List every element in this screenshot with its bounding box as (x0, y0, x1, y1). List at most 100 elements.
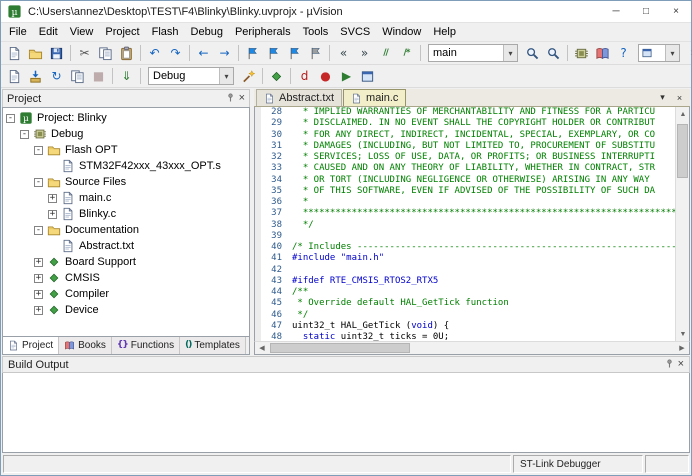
expander-plus-icon[interactable]: + (34, 290, 43, 299)
bookmark-prev-icon[interactable] (263, 43, 284, 63)
menu-window[interactable]: Window (376, 24, 427, 40)
configure-icon[interactable]: ✶ (684, 43, 692, 63)
vertical-scroll-thumb[interactable] (677, 124, 688, 178)
expander-minus-icon[interactable]: - (34, 178, 43, 187)
comment-icon[interactable]: // (375, 43, 396, 63)
show-windows-icon[interactable] (357, 66, 378, 86)
build-output-content[interactable] (2, 373, 690, 453)
close-panel-icon[interactable]: × (239, 93, 245, 104)
open-icon[interactable] (25, 43, 46, 63)
find-in-files-icon[interactable] (522, 43, 543, 63)
menu-view[interactable]: View (64, 24, 100, 40)
tree-item-main-c[interactable]: +main.c (3, 190, 249, 206)
panel-tab-project[interactable]: Project (3, 337, 59, 354)
maximize-button[interactable]: □ (631, 1, 661, 22)
menu-svcs[interactable]: SVCS (334, 24, 376, 40)
panel-tab-templates[interactable]: ()Templates (180, 337, 246, 354)
new-file-icon[interactable] (4, 43, 25, 63)
menu-tools[interactable]: Tools (297, 24, 335, 40)
expander-plus-icon[interactable]: + (34, 306, 43, 315)
doc-tab-main-c[interactable]: main.c (343, 89, 406, 106)
run-icon[interactable]: ▶ (336, 66, 357, 86)
save-icon[interactable] (46, 43, 67, 63)
tree-item-compiler[interactable]: +Compiler (3, 286, 249, 302)
menu-help[interactable]: Help (427, 24, 462, 40)
uncomment-icon[interactable]: /* (396, 43, 417, 63)
tree-item-source-files[interactable]: -Source Files (3, 174, 249, 190)
nav-forward-icon[interactable]: → (214, 43, 235, 63)
options-for-target-icon[interactable] (238, 66, 259, 86)
bookmark-next-icon[interactable] (284, 43, 305, 63)
debug-session-icon[interactable]: d (294, 66, 315, 86)
target-combo[interactable]: Debug▾ (148, 67, 234, 85)
build-icon[interactable] (25, 66, 46, 86)
menu-file[interactable]: File (3, 24, 33, 40)
breakpoint-icon[interactable]: ● (315, 66, 336, 86)
expander-minus-icon[interactable]: - (34, 146, 43, 155)
tree-item-blinky-c[interactable]: +Blinky.c (3, 206, 249, 222)
expander-minus-icon[interactable]: - (6, 114, 15, 123)
expander-minus-icon[interactable]: - (20, 130, 29, 139)
bookmark-toggle-icon[interactable] (242, 43, 263, 63)
tree-item-stm32f42xxx-43xxx-opt-s[interactable]: STM32F42xxx_43xxx_OPT.s (3, 158, 249, 174)
close-document-icon[interactable]: × (672, 90, 687, 105)
download-icon[interactable]: ⇓ (116, 66, 137, 86)
menu-flash[interactable]: Flash (146, 24, 185, 40)
tree-item-device[interactable]: +Device (3, 302, 249, 318)
expander-plus-icon[interactable]: + (48, 210, 57, 219)
paste-icon[interactable] (116, 43, 137, 63)
rebuild-icon[interactable]: ↻ (46, 66, 67, 86)
panel-tab-books[interactable]: Books (59, 337, 112, 354)
close-panel-icon[interactable]: × (678, 359, 684, 370)
indent-icon[interactable]: » (354, 43, 375, 63)
tree-item-board-support[interactable]: +Board Support (3, 254, 249, 270)
bookmark-clear-icon[interactable] (305, 43, 326, 63)
tree-item-debug[interactable]: -Debug (3, 126, 249, 142)
expander-plus-icon[interactable]: + (48, 194, 57, 203)
code-editor[interactable]: 28 * IMPLIED WARRANTIES OF MERCHANTABILI… (255, 107, 675, 341)
layout-combo-dropdown-icon[interactable]: ▾ (665, 45, 679, 61)
expander-plus-icon[interactable]: + (34, 258, 43, 267)
vertical-scrollbar[interactable]: ▲ ▼ (675, 107, 689, 341)
find-icon[interactable] (543, 43, 564, 63)
find-combo-dropdown-icon[interactable]: ▾ (503, 45, 517, 61)
scroll-right-icon[interactable]: ▶ (675, 342, 689, 354)
menu-project[interactable]: Project (99, 24, 145, 40)
layout-combo[interactable]: ▾ (638, 44, 680, 62)
horizontal-scrollbar[interactable]: ◀ ▶ (254, 341, 690, 355)
scroll-up-icon[interactable]: ▲ (676, 107, 690, 121)
tree-item-cmsis[interactable]: +CMSIS (3, 270, 249, 286)
copy-icon[interactable] (95, 43, 116, 63)
manage-rte-icon[interactable] (266, 66, 287, 86)
nav-back-icon[interactable]: ← (193, 43, 214, 63)
menu-debug[interactable]: Debug (185, 24, 229, 40)
redo-icon[interactable]: ↷ (165, 43, 186, 63)
batch-build-icon[interactable] (67, 66, 88, 86)
minimize-button[interactable]: ─ (601, 1, 631, 22)
tree-item-abstract-txt[interactable]: Abstract.txt (3, 238, 249, 254)
tree-item-documentation[interactable]: -Documentation (3, 222, 249, 238)
scroll-down-icon[interactable]: ▼ (676, 327, 690, 341)
horizontal-scroll-thumb[interactable] (270, 343, 410, 353)
expander-plus-icon[interactable]: + (34, 274, 43, 283)
find-combo[interactable]: main▾ (428, 44, 518, 62)
close-button[interactable]: × (661, 1, 691, 22)
tab-list-dropdown-icon[interactable]: ▾ (655, 90, 670, 105)
pack-installer-icon[interactable] (571, 43, 592, 63)
panel-tab-functions[interactable]: {}Functions (112, 337, 180, 354)
undo-icon[interactable]: ↶ (144, 43, 165, 63)
expander-minus-icon[interactable]: - (34, 226, 43, 235)
target-combo-dropdown-icon[interactable]: ▾ (219, 68, 233, 84)
tree-item-flash-opt[interactable]: -Flash OPT (3, 142, 249, 158)
books-icon[interactable] (592, 43, 613, 63)
doc-tab-abstract-txt[interactable]: Abstract.txt (256, 89, 342, 106)
menu-peripherals[interactable]: Peripherals (229, 24, 297, 40)
tree-item-project-blinky[interactable]: -µProject: Blinky (3, 110, 249, 126)
stop-build-icon[interactable]: ■ (88, 66, 109, 86)
scroll-left-icon[interactable]: ◀ (255, 342, 269, 354)
help-icon[interactable]: ? (613, 43, 634, 63)
cut-icon[interactable]: ✂ (74, 43, 95, 63)
pin-icon[interactable] (664, 358, 675, 372)
menu-edit[interactable]: Edit (33, 24, 64, 40)
translate-icon[interactable] (4, 66, 25, 86)
